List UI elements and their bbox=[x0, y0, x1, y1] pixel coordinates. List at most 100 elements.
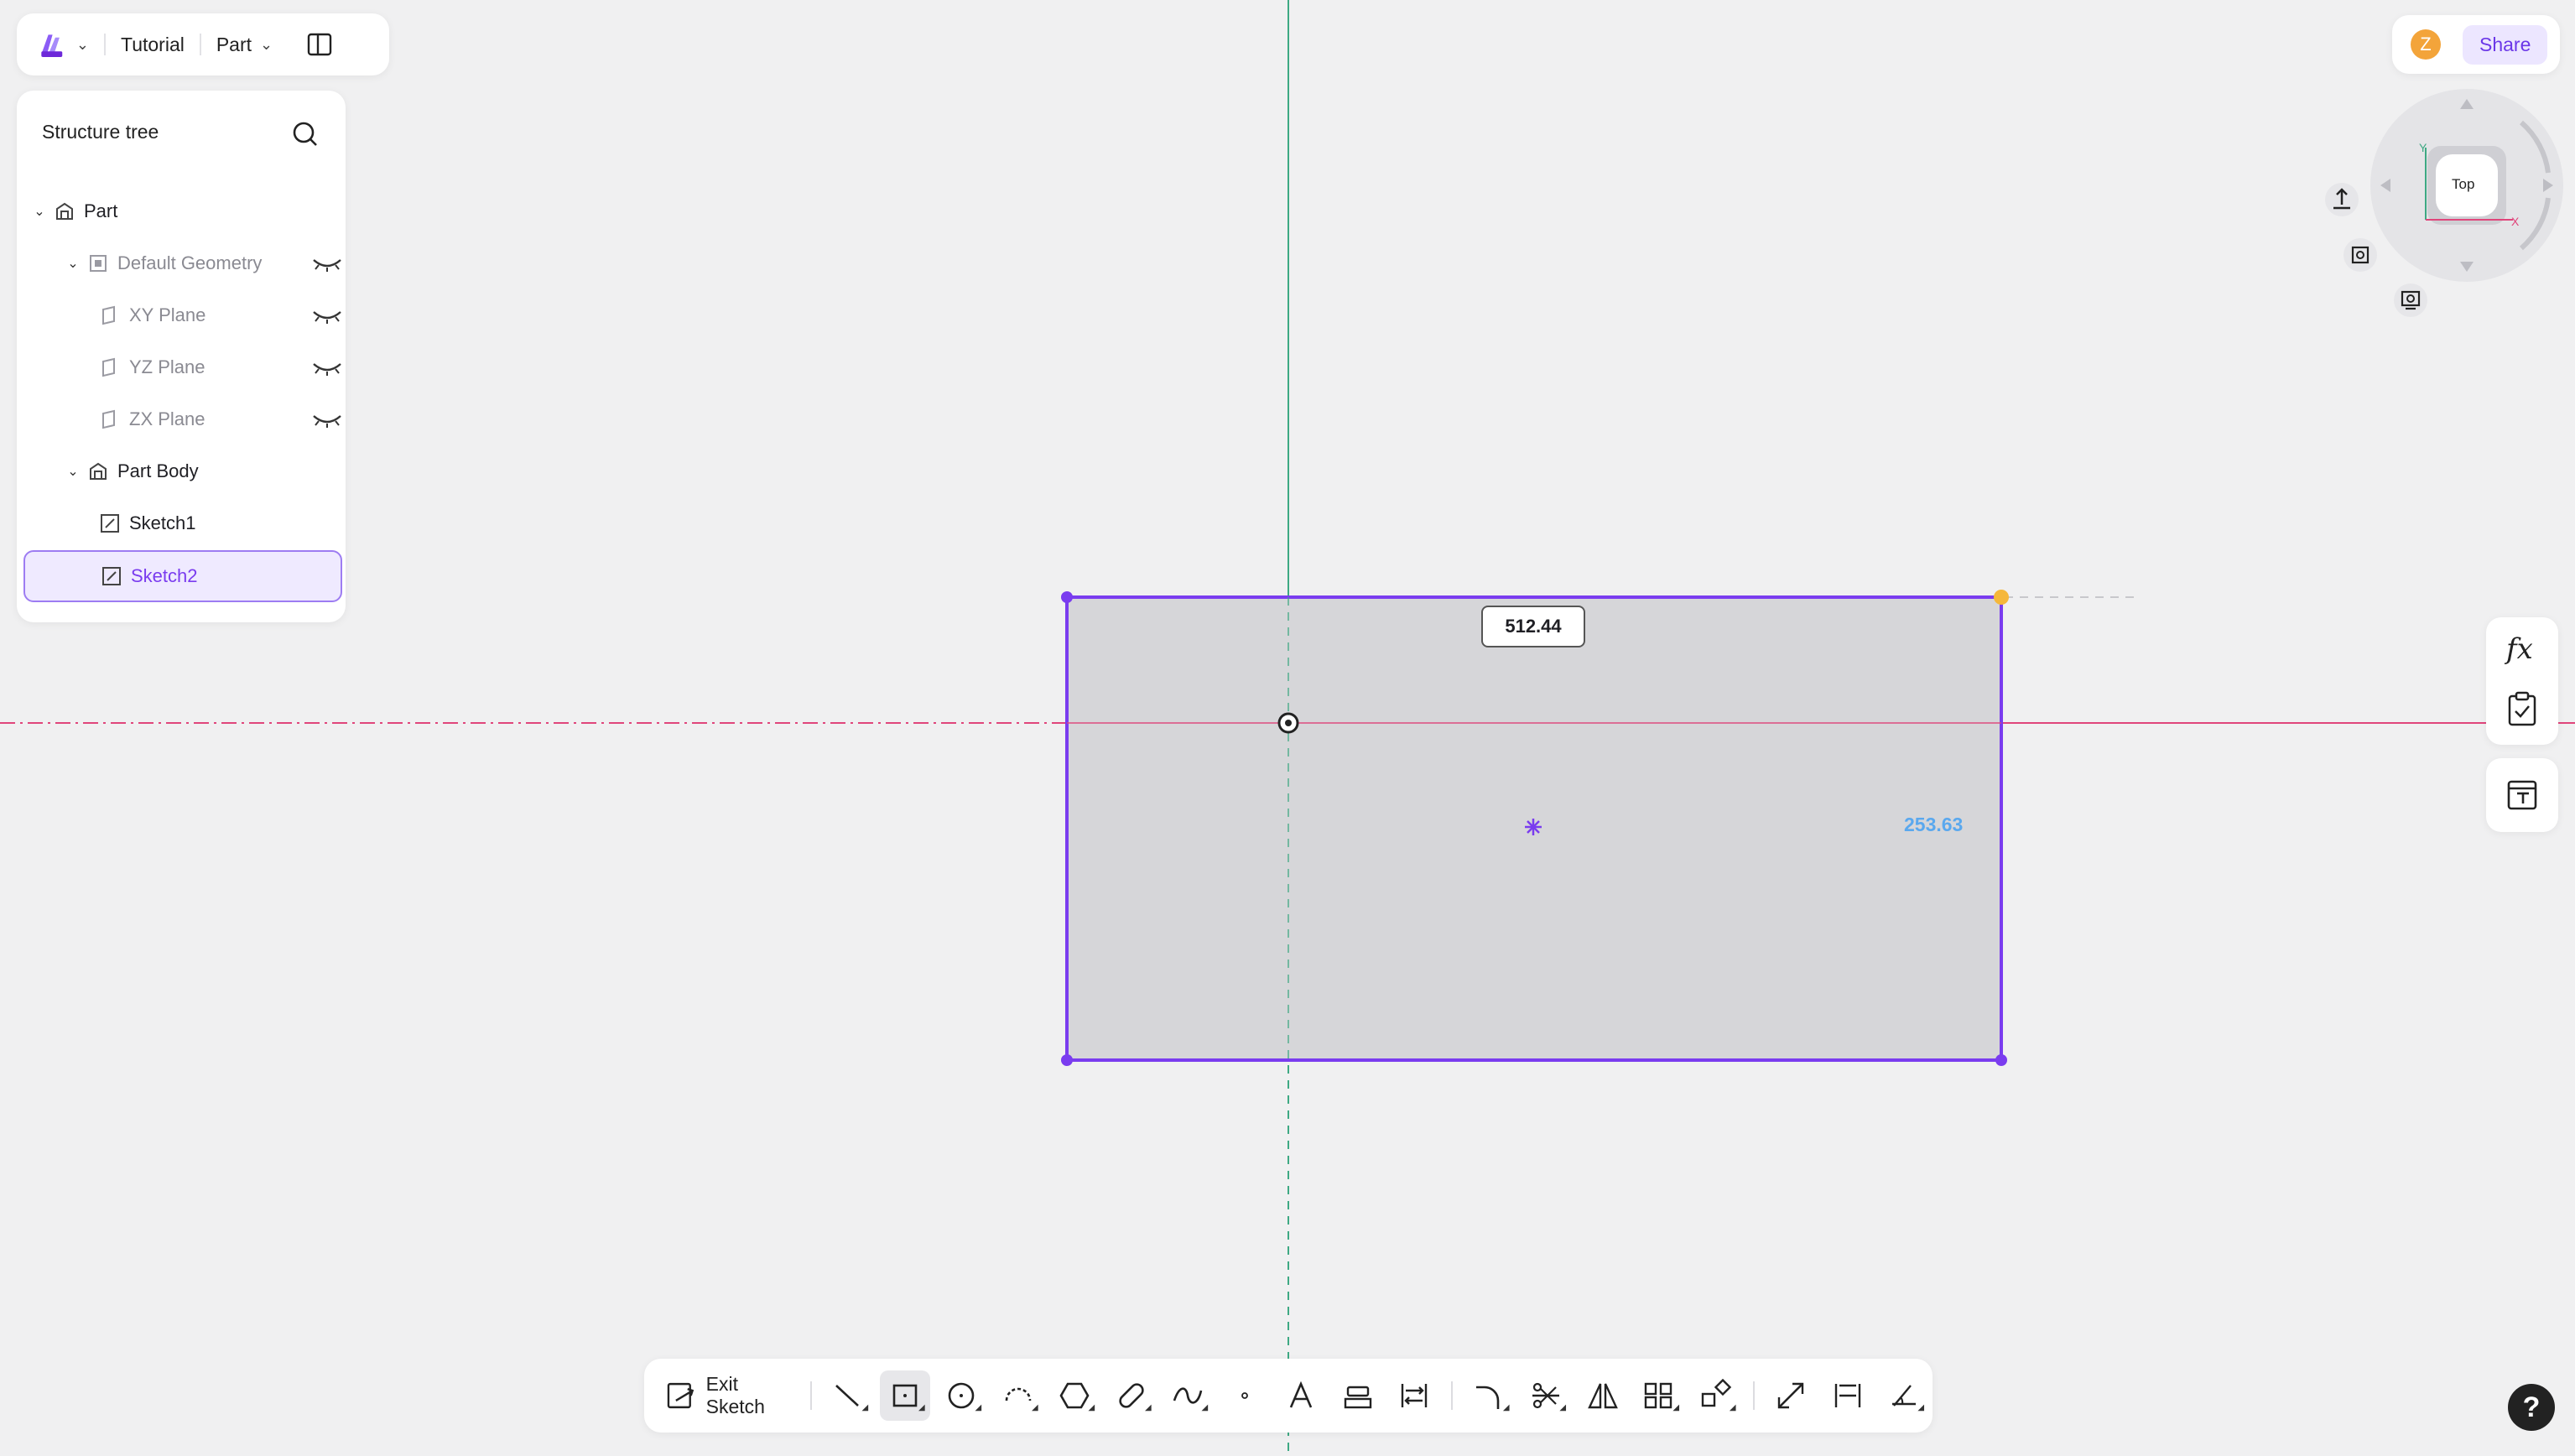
constraint-tool[interactable]: ◢ bbox=[1880, 1370, 1930, 1421]
width-dimension-input[interactable]: 512.44 bbox=[1481, 606, 1585, 647]
fillet-tool[interactable]: ◢ bbox=[1464, 1370, 1515, 1421]
app-logo-menu[interactable]: ⌄ bbox=[39, 26, 89, 63]
right-tool-panel: fx bbox=[2486, 617, 2558, 745]
sketch-icon bbox=[101, 514, 119, 533]
display-mode-icon[interactable] bbox=[2392, 282, 2429, 319]
hidden-eye-icon[interactable] bbox=[310, 253, 344, 273]
rotate-left-icon[interactable] bbox=[2380, 179, 2390, 192]
hidden-eye-icon[interactable] bbox=[310, 305, 344, 325]
search-icon[interactable] bbox=[290, 119, 320, 149]
convert-tool[interactable] bbox=[1390, 1370, 1440, 1421]
hidden-eye-icon[interactable] bbox=[310, 409, 344, 429]
point-icon bbox=[1241, 1392, 1248, 1399]
trim-tool[interactable]: ◢ bbox=[1522, 1370, 1572, 1421]
structure-tree-panel: Structure tree ⌄ Part ⌄ Default Geometry… bbox=[17, 91, 346, 622]
rotate-cw-icon[interactable] bbox=[2519, 120, 2551, 174]
tree-item-default-geometry[interactable]: ⌄ Default Geometry bbox=[64, 240, 341, 287]
help-button[interactable]: ? bbox=[2508, 1384, 2555, 1431]
sketch-toolbar: Exit Sketch ◢ ◢ ◢ ◢ ◢ ◢ ◢ ◢ ◢ ◢ ◢ ◢ bbox=[644, 1359, 1933, 1433]
tree-item-label: Default Geometry bbox=[117, 252, 263, 273]
tree-item-xy-plane[interactable]: XY Plane bbox=[94, 292, 341, 339]
line-tool[interactable]: ◢ bbox=[824, 1370, 874, 1421]
vertex-bottom-left[interactable] bbox=[1061, 1054, 1073, 1066]
arc-tool[interactable]: ◢ bbox=[993, 1370, 1043, 1421]
plane-icon bbox=[102, 305, 115, 325]
tree-item-label: Sketch1 bbox=[129, 512, 196, 533]
point-tool[interactable] bbox=[1220, 1370, 1270, 1421]
body-icon bbox=[90, 462, 107, 480]
tree-item-label: Part Body bbox=[117, 460, 199, 481]
convert-icon bbox=[1402, 1384, 1428, 1407]
top-bar: ⌄ Tutorial Part ⌄ bbox=[17, 13, 389, 75]
dimension-icon bbox=[1834, 1384, 1861, 1407]
fillet-icon bbox=[1475, 1386, 1500, 1409]
chevron-down-icon[interactable]: ⌄ bbox=[64, 463, 82, 480]
project-name[interactable]: Tutorial bbox=[121, 34, 185, 56]
mode-selector[interactable]: Part bbox=[216, 34, 252, 56]
tree-item-label: XY Plane bbox=[129, 304, 206, 325]
panel-layout-icon[interactable] bbox=[306, 31, 333, 58]
share-bar: Z Share bbox=[2392, 15, 2560, 74]
circle-icon bbox=[949, 1382, 975, 1409]
pattern-tool[interactable]: ◢ bbox=[1635, 1370, 1685, 1421]
plane-icon bbox=[102, 409, 115, 429]
axis-x-label: X bbox=[2511, 215, 2520, 228]
right-tool-panel-2 bbox=[2486, 758, 2558, 832]
hidden-eye-icon[interactable] bbox=[310, 357, 344, 377]
axis-y-label: Y bbox=[2419, 141, 2427, 154]
tree-item-part[interactable]: ⌄ Part bbox=[30, 188, 117, 235]
fit-view-icon[interactable] bbox=[2342, 237, 2379, 273]
dimension-tool[interactable] bbox=[1823, 1370, 1873, 1421]
chevron-down-icon[interactable]: ⌄ bbox=[30, 203, 49, 220]
tree-item-label: Part bbox=[84, 200, 118, 221]
rotate-down-icon[interactable] bbox=[2460, 262, 2474, 272]
view-cube[interactable]: Top Y X bbox=[2370, 89, 2563, 282]
constraint-icon bbox=[1892, 1385, 1917, 1407]
rectangle-tool[interactable]: ◢ bbox=[880, 1370, 930, 1421]
circle-tool[interactable]: ◢ bbox=[937, 1370, 987, 1421]
share-button[interactable]: Share bbox=[2463, 24, 2548, 65]
spline-tool[interactable]: ◢ bbox=[1163, 1370, 1214, 1421]
polygon-tool[interactable]: ◢ bbox=[1050, 1370, 1100, 1421]
height-dimension-label[interactable]: 253.63 bbox=[1904, 814, 1963, 836]
view-cube-face-top[interactable]: Top bbox=[2452, 176, 2474, 193]
structure-tree-title: Structure tree bbox=[42, 121, 159, 143]
construction-tool[interactable] bbox=[1766, 1370, 1817, 1421]
tree-item-sketch2[interactable]: Sketch2 bbox=[23, 550, 342, 602]
rotate-right-icon[interactable] bbox=[2543, 179, 2553, 192]
slot-tool[interactable]: ◢ bbox=[1106, 1370, 1157, 1421]
formula-button[interactable]: fx bbox=[2506, 632, 2533, 666]
checklist-icon[interactable] bbox=[2506, 691, 2538, 728]
vertex-top-right-active[interactable] bbox=[1994, 590, 2009, 605]
tree-item-part-body[interactable]: ⌄ Part Body bbox=[64, 448, 199, 495]
tree-item-sketch1[interactable]: Sketch1 bbox=[94, 500, 196, 547]
chevron-down-icon[interactable]: ⌄ bbox=[64, 255, 82, 272]
project-icon bbox=[1344, 1386, 1372, 1409]
text-icon bbox=[1290, 1381, 1313, 1408]
exit-sketch-button[interactable]: Exit Sketch bbox=[664, 1373, 802, 1418]
chevron-down-icon[interactable]: ⌄ bbox=[260, 36, 273, 54]
rotate-up-icon[interactable] bbox=[2460, 99, 2474, 109]
construction-icon bbox=[1778, 1382, 1804, 1409]
arc-icon bbox=[1005, 1387, 1032, 1401]
text-tool[interactable] bbox=[1277, 1370, 1327, 1421]
tree-item-label: ZX Plane bbox=[129, 408, 205, 429]
transform-tool[interactable]: ◢ bbox=[1691, 1370, 1741, 1421]
tree-item-zx-plane[interactable]: ZX Plane bbox=[94, 396, 341, 443]
transform-icon bbox=[1701, 1379, 1732, 1407]
text-panel-icon[interactable] bbox=[2506, 778, 2538, 812]
vertex-top-left[interactable] bbox=[1061, 591, 1073, 603]
sketch-canvas[interactable] bbox=[0, 0, 2575, 1456]
spline-icon bbox=[1173, 1387, 1203, 1404]
slot-icon bbox=[1119, 1383, 1144, 1408]
plane-icon bbox=[102, 357, 115, 377]
mirror-tool[interactable] bbox=[1578, 1370, 1628, 1421]
tree-item-yz-plane[interactable]: YZ Plane bbox=[94, 344, 341, 391]
user-avatar[interactable]: Z bbox=[2411, 29, 2441, 60]
normal-to-plane-icon[interactable] bbox=[2323, 181, 2360, 218]
tree-item-label: YZ Plane bbox=[129, 356, 205, 377]
center-marker bbox=[1525, 819, 1542, 835]
vertex-bottom-right[interactable] bbox=[1995, 1054, 2007, 1066]
rotate-ccw-icon[interactable] bbox=[2519, 197, 2551, 251]
project-tool[interactable] bbox=[1333, 1370, 1383, 1421]
